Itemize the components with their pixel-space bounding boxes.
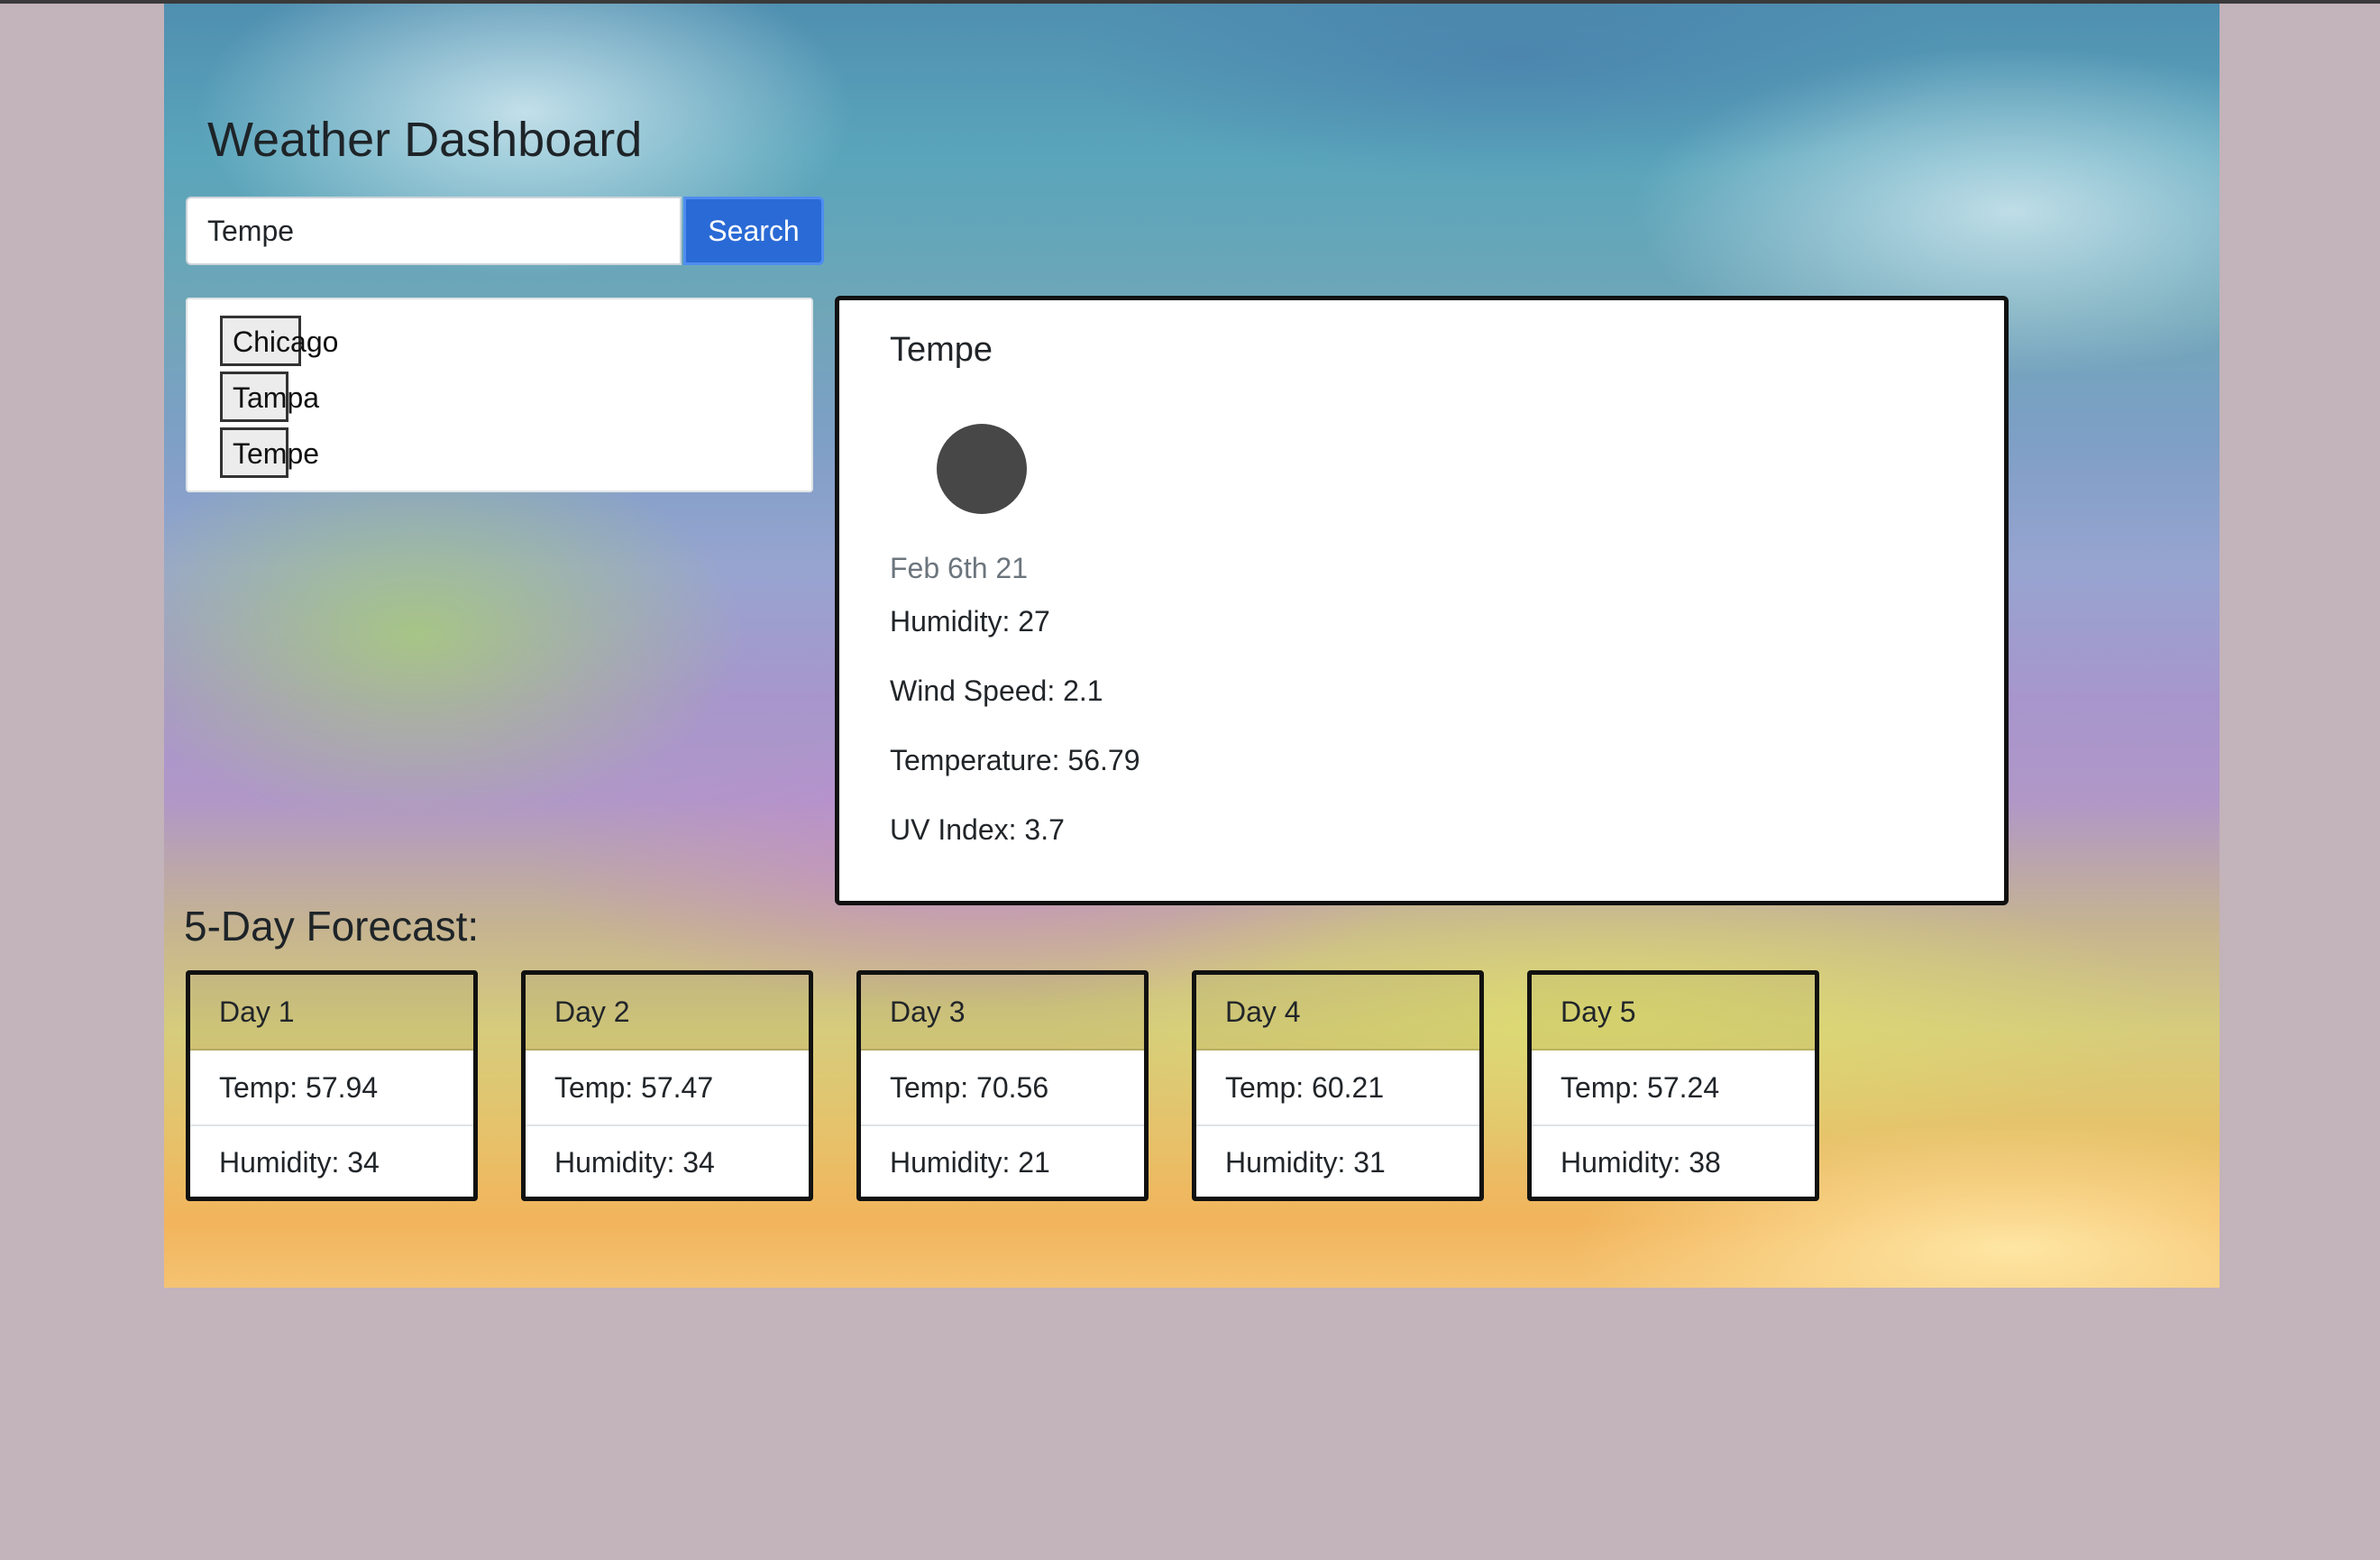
forecast-temp: Temp: 70.56: [861, 1051, 1144, 1124]
current-wind-speed: Wind Speed: 2.1: [890, 674, 1103, 707]
history-button-tempe[interactable]: Tempe: [220, 427, 319, 478]
forecast-humidity: Humidity: 34: [526, 1124, 809, 1197]
forecast-day-label: Day 3: [861, 975, 1144, 1051]
page-title: Weather Dashboard: [207, 113, 643, 167]
current-date: Feb 6th 21: [890, 552, 1028, 584]
history-button-chicago[interactable]: Chicago: [220, 316, 338, 366]
current-uv-index: UV Index: 3.7: [890, 813, 1065, 846]
forecast-humidity: Humidity: 38: [1532, 1124, 1815, 1197]
forecast-humidity: Humidity: 34: [190, 1124, 473, 1197]
current-city-title: Tempe: [890, 331, 993, 369]
search-history-panel: Chicago Tampa Tempe: [186, 298, 813, 492]
forecast-day-label: Day 5: [1532, 975, 1815, 1051]
forecast-card-day-3: Day 3 Temp: 70.56 Humidity: 21: [856, 970, 1149, 1201]
forecast-day-label: Day 4: [1196, 975, 1479, 1051]
forecast-temp: Temp: 60.21: [1196, 1051, 1479, 1124]
current-humidity: Humidity: 27: [890, 605, 1050, 638]
current-temperature: Temperature: 56.79: [890, 744, 1140, 776]
forecast-humidity: Humidity: 31: [1196, 1124, 1479, 1197]
current-weather-card: Tempe Feb 6th 21 Humidity: 27 Wind Speed…: [835, 296, 2009, 905]
forecast-card-day-1: Day 1 Temp: 57.94 Humidity: 34: [186, 970, 478, 1201]
forecast-temp: Temp: 57.47: [526, 1051, 809, 1124]
search-button[interactable]: Search: [683, 197, 824, 265]
search-input[interactable]: [186, 197, 682, 265]
history-button-tampa[interactable]: Tampa: [220, 372, 319, 422]
forecast-humidity: Humidity: 21: [861, 1124, 1144, 1197]
sky-background: Weather Dashboard Search Chicago Tampa T…: [164, 4, 2220, 1288]
forecast-title: 5-Day Forecast:: [184, 903, 480, 950]
forecast-card-day-2: Day 2 Temp: 57.47 Humidity: 34: [521, 970, 813, 1201]
forecast-card-day-5: Day 5 Temp: 57.24 Humidity: 38: [1527, 970, 1819, 1201]
weather-icon: [937, 424, 1027, 514]
forecast-card-day-4: Day 4 Temp: 60.21 Humidity: 31: [1192, 970, 1484, 1201]
forecast-temp: Temp: 57.24: [1532, 1051, 1815, 1124]
forecast-day-label: Day 1: [190, 975, 473, 1051]
forecast-day-label: Day 2: [526, 975, 809, 1051]
forecast-temp: Temp: 57.94: [190, 1051, 473, 1124]
